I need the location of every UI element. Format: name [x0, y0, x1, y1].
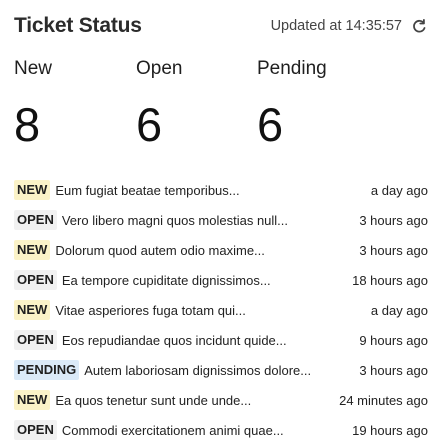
stat-label-new: New: [14, 58, 53, 79]
ticket-row[interactable]: NEW Vitae asperiores fuga totam qui... a…: [14, 295, 428, 325]
stat-value-pending: 6: [257, 98, 284, 151]
ticket-main: OPEN Vero libero magni quos molestias nu…: [14, 210, 288, 230]
ticket-subject: Commodi exercitationem animi quae...: [61, 422, 284, 438]
ticket-subject: Autem laboriosam dignissimos dolore...: [84, 362, 312, 378]
status-badge: OPEN: [14, 330, 57, 350]
widget-header: Ticket Status Updated at 14:35:57: [14, 12, 428, 40]
ticket-row[interactable]: PENDING Autem laboriosam dignissimos dol…: [14, 355, 428, 385]
status-badge: NEW: [14, 240, 51, 260]
ticket-time: 18 hours ago: [352, 272, 428, 288]
ticket-time: a day ago: [370, 302, 428, 318]
ticket-time: 9 hours ago: [359, 332, 428, 348]
status-badge: NEW: [14, 180, 51, 200]
status-badge: NEW: [14, 390, 51, 410]
stat-new: New 8: [14, 58, 52, 150]
refresh-icon[interactable]: [410, 17, 428, 35]
ticket-subject: Dolorum quod autem odio maxime...: [55, 242, 265, 258]
ticket-row[interactable]: OPEN Vero libero magni quos molestias nu…: [14, 205, 428, 235]
updated-time: Updated at 14:35:57: [270, 18, 402, 34]
ticket-subject: Eum fugiat beatae temporibus...: [55, 182, 240, 198]
stat-value-new: 8: [14, 98, 41, 151]
ticket-row[interactable]: NEW Eum fugiat beatae temporibus... a da…: [14, 175, 428, 205]
ticket-main: PENDING Autem laboriosam dignissimos dol…: [14, 360, 311, 380]
ticket-time: 19 hours ago: [352, 422, 428, 438]
ticket-main: NEW Eum fugiat beatae temporibus...: [14, 180, 240, 200]
ticket-time: 3 hours ago: [359, 362, 428, 378]
ticket-time: a day ago: [370, 182, 428, 198]
ticket-time: 3 hours ago: [359, 212, 428, 228]
ticket-main: OPEN Eos repudiandae quos incidunt quide…: [14, 330, 287, 350]
ticket-row[interactable]: OPEN Commodi exercitationem animi quae..…: [14, 415, 428, 445]
ticket-row[interactable]: NEW Ea quos tenetur sunt unde unde... 24…: [14, 385, 428, 415]
ticket-main: NEW Ea quos tenetur sunt unde unde...: [14, 390, 251, 410]
status-badge: OPEN: [14, 210, 57, 230]
ticket-main: NEW Vitae asperiores fuga totam qui...: [14, 300, 246, 320]
widget-title: Ticket Status: [14, 14, 142, 37]
stat-label-pending: Pending: [257, 58, 327, 79]
ticket-time: 3 hours ago: [359, 242, 428, 258]
updated-status: Updated at 14:35:57: [271, 17, 428, 35]
stat-pending: Pending 6: [257, 58, 327, 150]
ticket-row[interactable]: OPEN Eos repudiandae quos incidunt quide…: [14, 325, 428, 355]
ticket-subject: Vero libero magni quos molestias null...: [61, 212, 289, 228]
status-badge: PENDING: [14, 360, 80, 380]
ticket-main: NEW Dolorum quod autem odio maxime...: [14, 240, 265, 260]
status-badge: NEW: [14, 300, 51, 320]
stat-label-open: Open: [136, 58, 183, 79]
ticket-row[interactable]: OPEN Ea tempore cupiditate dignissimos..…: [14, 265, 428, 295]
ticket-stats: New 8 Open 6 Pending 6: [14, 58, 424, 158]
stat-value-open: 6: [136, 98, 163, 151]
ticket-time: 24 minutes ago: [339, 392, 428, 408]
ticket-subject: Ea tempore cupiditate dignissimos...: [61, 272, 271, 288]
stat-open: Open 6: [136, 58, 182, 150]
ticket-status-widget: Ticket Status Updated at 14:35:57 New 8 …: [0, 0, 442, 448]
ticket-subject: Eos repudiandae quos incidunt quide...: [61, 332, 287, 348]
ticket-main: OPEN Commodi exercitationem animi quae..…: [14, 420, 284, 440]
status-badge: OPEN: [14, 270, 57, 290]
ticket-list: NEW Eum fugiat beatae temporibus... a da…: [14, 175, 428, 445]
ticket-subject: Ea quos tenetur sunt unde unde...: [55, 392, 252, 408]
ticket-subject: Vitae asperiores fuga totam qui...: [55, 302, 246, 318]
ticket-row[interactable]: NEW Dolorum quod autem odio maxime... 3 …: [14, 235, 428, 265]
ticket-main: OPEN Ea tempore cupiditate dignissimos..…: [14, 270, 271, 290]
status-badge: OPEN: [14, 420, 57, 440]
